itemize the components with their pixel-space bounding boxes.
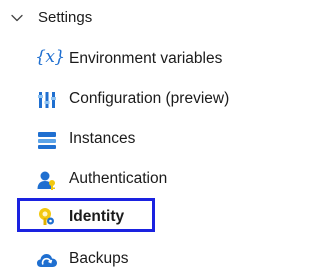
nav-item-backups[interactable]: Backups [0,239,278,279]
nav-item-label: Configuration (preview) [69,90,230,107]
settings-nav: Settings {x} Environment variables Confi… [0,0,278,278]
chevron-down-icon [11,14,23,22]
nav-item-configuration[interactable]: Configuration (preview) [0,79,278,119]
nav-item-label: Instances [69,130,136,147]
nav-item-label: Identity [69,208,125,225]
settings-section-header[interactable]: Settings [0,0,278,38]
settings-section-label: Settings [38,9,93,26]
identity-icon [39,208,54,225]
authentication-icon [37,171,55,190]
nav-item-label: Backups [69,250,129,267]
nav-item-label: Environment variables [69,50,223,67]
nav-item-identity[interactable]: Identity [0,197,278,237]
instances-icon [38,132,56,149]
nav-item-authentication[interactable]: Authentication [0,159,278,199]
nav-item-instances[interactable]: Instances [0,119,278,159]
backups-icon [37,254,57,267]
environment-variables-icon: {x} [35,47,65,67]
configuration-icon [38,92,56,108]
nav-item-label: Authentication [69,170,168,187]
nav-item-environment-variables[interactable]: {x} Environment variables [0,39,278,79]
